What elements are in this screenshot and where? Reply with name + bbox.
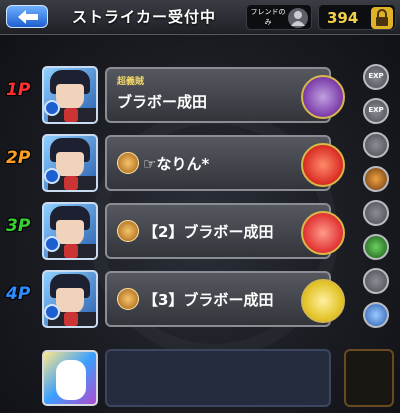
page-title: ストライカー受付中 (72, 8, 217, 26)
skill-bottom-icon[interactable] (363, 234, 389, 260)
player-name-panel[interactable]: 超義賊 ブラボー成田 (105, 67, 345, 123)
monster-icon (301, 211, 345, 255)
player-label: 2P (6, 148, 31, 168)
stamina-counter: 394 (318, 4, 396, 30)
friend-silhouette-icon (288, 8, 308, 28)
monster-icon (301, 143, 345, 187)
friend-only-label: フレンドのみ (250, 8, 286, 26)
player-slot-1p[interactable]: 1P 超義賊 ブラボー成田 EXP EXP (0, 64, 400, 128)
skill-bottom-icon[interactable] (363, 302, 389, 328)
element-badge-icon (44, 168, 60, 184)
player-slot-2p[interactable]: 2P ☞なりん* (0, 132, 400, 196)
lock-icon[interactable] (371, 7, 393, 29)
back-arrow-icon (18, 10, 38, 24)
back-button[interactable] (6, 5, 48, 28)
stamina-value: 394 (327, 9, 359, 27)
monster-icon (301, 75, 345, 119)
player-label: 4P (6, 284, 31, 304)
friend-only-toggle[interactable]: フレンドのみ (246, 4, 312, 30)
skill-bottom-icon[interactable] (363, 166, 389, 192)
element-badge-icon (44, 236, 60, 252)
player-label: 1P (6, 80, 31, 100)
rank-medal-icon (117, 220, 139, 242)
player-title: 超義賊 (117, 77, 145, 87)
helper-monster-avatar[interactable] (42, 350, 98, 406)
player-name-panel[interactable]: ☞なりん* (105, 135, 345, 191)
player-label: 3P (6, 216, 31, 236)
player-name: 【3】ブラボー成田 (143, 291, 274, 309)
player-name-panel[interactable]: 【3】ブラボー成田 (105, 271, 345, 327)
rank-badge-icon (64, 108, 78, 122)
skill-top-icon[interactable] (363, 268, 389, 294)
player-name: ブラボー成田 (117, 93, 208, 111)
player-slot-3p[interactable]: 3P 【2】ブラボー成田 (0, 200, 400, 264)
player-slot-4p[interactable]: 4P 【3】ブラボー成田 (0, 268, 400, 332)
exp-bottom-icon[interactable]: EXP (363, 98, 389, 124)
player-name-panel[interactable]: 【2】ブラボー成田 (105, 203, 345, 259)
skill-top-icon[interactable] (363, 200, 389, 226)
skill-top-icon[interactable] (363, 132, 389, 158)
player-name: ☞なりん* (143, 155, 210, 173)
header-bar: ストライカー受付中 フレンドのみ 394 (0, 0, 400, 35)
element-badge-icon (44, 304, 60, 320)
element-badge-icon (44, 100, 60, 116)
rank-badge-icon (64, 312, 78, 326)
helper-empty-panel[interactable] (105, 349, 331, 407)
player-name: 【2】ブラボー成田 (143, 223, 274, 241)
rank-medal-icon (117, 288, 139, 310)
helper-extra-slot[interactable] (344, 349, 394, 407)
monster-icon (301, 279, 345, 323)
exp-top-icon[interactable]: EXP (363, 64, 389, 90)
rank-badge-icon (64, 176, 78, 190)
rank-badge-icon (64, 244, 78, 258)
rank-medal-icon (117, 152, 139, 174)
